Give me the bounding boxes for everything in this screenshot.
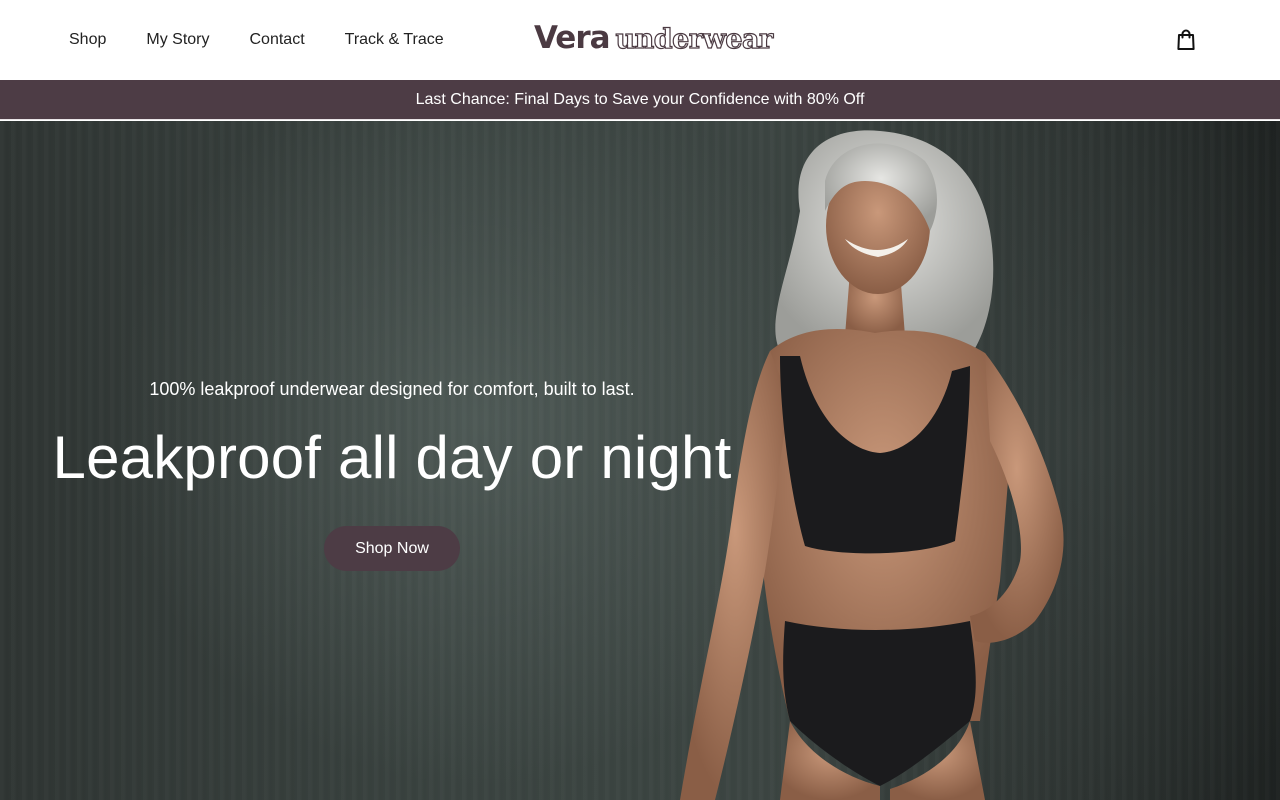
hero-title: Leakproof all day or night	[52, 424, 732, 491]
nav-link-track-trace[interactable]: Track & Trace	[325, 21, 464, 59]
nav-link-shop[interactable]: Shop	[49, 21, 126, 59]
nav-link-my-story[interactable]: My Story	[126, 21, 229, 59]
brand-logo[interactable]: Vera underwear	[534, 20, 774, 58]
site-header: Shop My Story Contact Track & Trace Vera…	[0, 0, 1280, 80]
cart-button[interactable]	[1172, 26, 1200, 54]
hero-subtitle: 100% leakproof underwear designed for co…	[149, 379, 635, 399]
announcement-bar: Last Chance: Final Days to Save your Con…	[0, 80, 1280, 120]
shop-now-button[interactable]: Shop Now	[324, 526, 460, 571]
shopping-bag-icon	[1177, 29, 1195, 50]
logo-primary-text: Vera	[534, 20, 611, 56]
nav-link-contact[interactable]: Contact	[230, 21, 325, 59]
announcement-text: Last Chance: Final Days to Save your Con…	[415, 90, 865, 108]
logo-secondary-text: underwear	[615, 23, 774, 55]
hero-banner: 100% leakproof underwear designed for co…	[0, 121, 1280, 800]
main-nav: Shop My Story Contact Track & Trace	[49, 0, 464, 80]
